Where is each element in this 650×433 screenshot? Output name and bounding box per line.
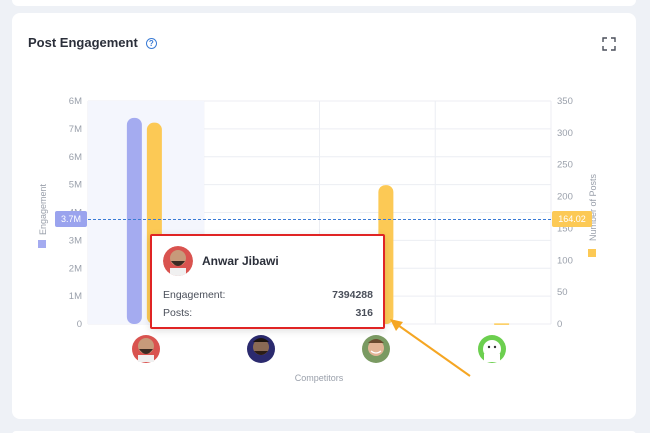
right-tick-label: 300 xyxy=(557,128,573,139)
tooltip-label: Engagement: xyxy=(163,289,226,301)
posts-legend-swatch xyxy=(588,249,596,257)
tooltip-row-posts: Posts: 316 xyxy=(163,307,373,319)
tooltip-value: 316 xyxy=(355,307,373,319)
tooltip-header: Anwar Jibawi xyxy=(163,246,279,276)
left-tick-label: 3M xyxy=(69,235,82,246)
right-tick-label: 50 xyxy=(557,287,568,298)
tooltip-name: Anwar Jibawi xyxy=(202,254,279,268)
reference-right-label: 164.02 xyxy=(558,214,586,224)
x-axis-label: Competitors xyxy=(295,373,344,383)
avatar-man-blue-bg[interactable] xyxy=(247,335,275,363)
engagement-bar[interactable] xyxy=(126,117,142,325)
left-axis-label: Engagement xyxy=(38,183,48,235)
tooltip-value: 7394288 xyxy=(332,289,373,301)
avatar-man-smiling[interactable] xyxy=(362,335,390,363)
avatar-cartoon-green[interactable] xyxy=(478,335,506,363)
avatar-anwar-jibawi[interactable] xyxy=(132,335,160,363)
engagement-legend-swatch xyxy=(38,240,46,248)
tooltip-label: Posts: xyxy=(163,307,193,319)
right-tick-label: 200 xyxy=(557,192,573,203)
annotation-arrow xyxy=(390,319,471,377)
right-tick-label: 100 xyxy=(557,255,573,266)
right-tick-label: 250 xyxy=(557,160,573,171)
left-tick-label: 2M xyxy=(69,263,82,274)
left-tick-label: 6M xyxy=(69,96,82,107)
left-tick-label: 6M xyxy=(69,152,82,163)
right-tick-label: 350 xyxy=(557,96,573,107)
tooltip-row-engagement: Engagement: 7394288 xyxy=(163,289,373,301)
left-tick-label: 0 xyxy=(77,319,82,330)
reference-left-label: 3.7M xyxy=(61,214,81,224)
tooltip: Anwar Jibawi Engagement: 7394288 Posts: … xyxy=(150,234,385,329)
left-tick-label: 7M xyxy=(69,124,82,135)
right-tick-label: 0 xyxy=(557,319,562,330)
tooltip-avatar xyxy=(163,246,193,276)
left-tick-label: 1M xyxy=(69,291,82,302)
posts-bar[interactable] xyxy=(494,323,510,325)
right-axis-label: Number of Posts xyxy=(588,173,598,241)
left-tick-label: 5M xyxy=(69,180,82,191)
engagement-chart: 01M2M3M4M5M6M7M6M 050100150200250300350 … xyxy=(38,96,598,383)
